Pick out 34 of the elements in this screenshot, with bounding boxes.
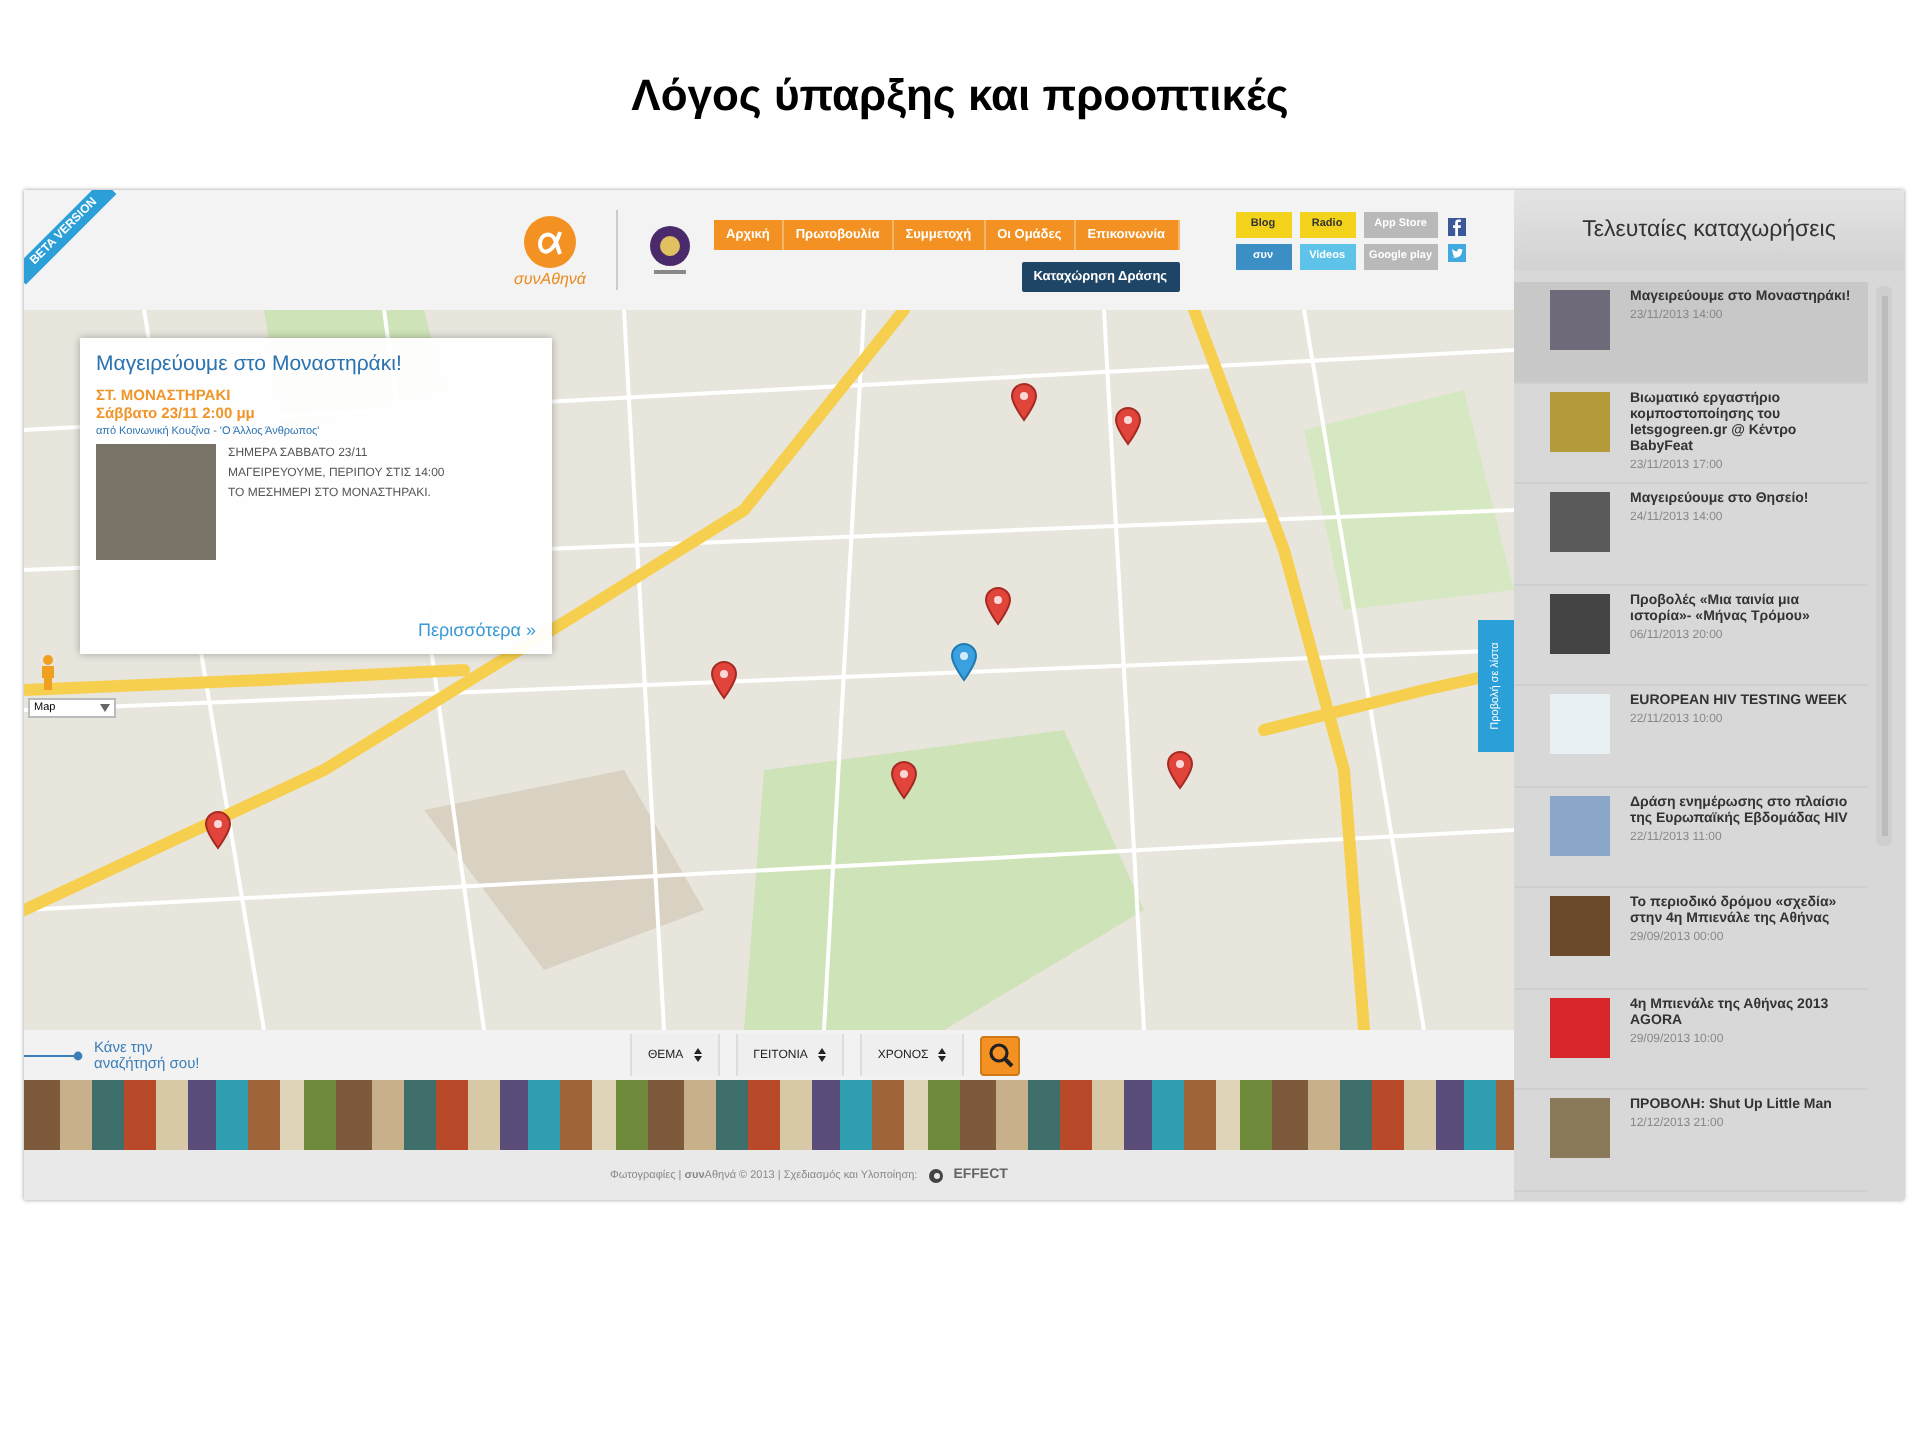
map-pin-icon[interactable] <box>1114 406 1142 446</box>
line-dot-icon <box>24 1049 84 1061</box>
sidebar-title: Τελευταίες καταχωρήσεις <box>1514 190 1904 270</box>
facebook-icon[interactable] <box>1448 218 1467 236</box>
up-down-caret-icon <box>817 1048 826 1062</box>
photo-placeholder <box>1550 391 1610 451</box>
up-down-caret-icon <box>693 1048 702 1062</box>
circle-logo-icon <box>927 1167 944 1183</box>
map-pin-icon[interactable] <box>1010 382 1038 422</box>
photo-placeholder <box>1550 290 1610 350</box>
map-pin-icon[interactable] <box>1166 750 1194 790</box>
photo-placeholder <box>1550 896 1610 956</box>
map-pin-icon[interactable] <box>204 810 232 850</box>
photo-placeholder <box>96 444 216 560</box>
map-pin-icon[interactable] <box>950 642 978 682</box>
slide-title: Λόγος ύπαρξης και προοπτικές <box>631 69 1289 121</box>
event-title: Μαγειρεύουμε στο Μοναστηράκι! <box>96 352 404 376</box>
alpha-logo-icon <box>522 213 578 269</box>
photo-placeholder <box>1550 795 1610 855</box>
map-pin-icon[interactable] <box>890 760 918 800</box>
emblem-icon <box>646 224 694 276</box>
up-down-caret-icon <box>938 1048 947 1062</box>
photo-placeholder <box>1550 593 1610 653</box>
scrollbar[interactable] <box>1876 286 1892 846</box>
photo-placeholder <box>1550 492 1610 552</box>
map-pin-icon[interactable] <box>984 586 1012 626</box>
logo-text: συνΑθηνά <box>514 269 586 287</box>
twitter-icon[interactable] <box>1448 244 1467 262</box>
photo-placeholder <box>1550 1098 1610 1158</box>
photo-placeholder <box>1550 694 1610 754</box>
caret-icon <box>100 704 110 712</box>
map-pin-icon[interactable] <box>710 660 738 700</box>
search-button[interactable] <box>980 1035 1021 1075</box>
photo-placeholder <box>1550 997 1610 1057</box>
